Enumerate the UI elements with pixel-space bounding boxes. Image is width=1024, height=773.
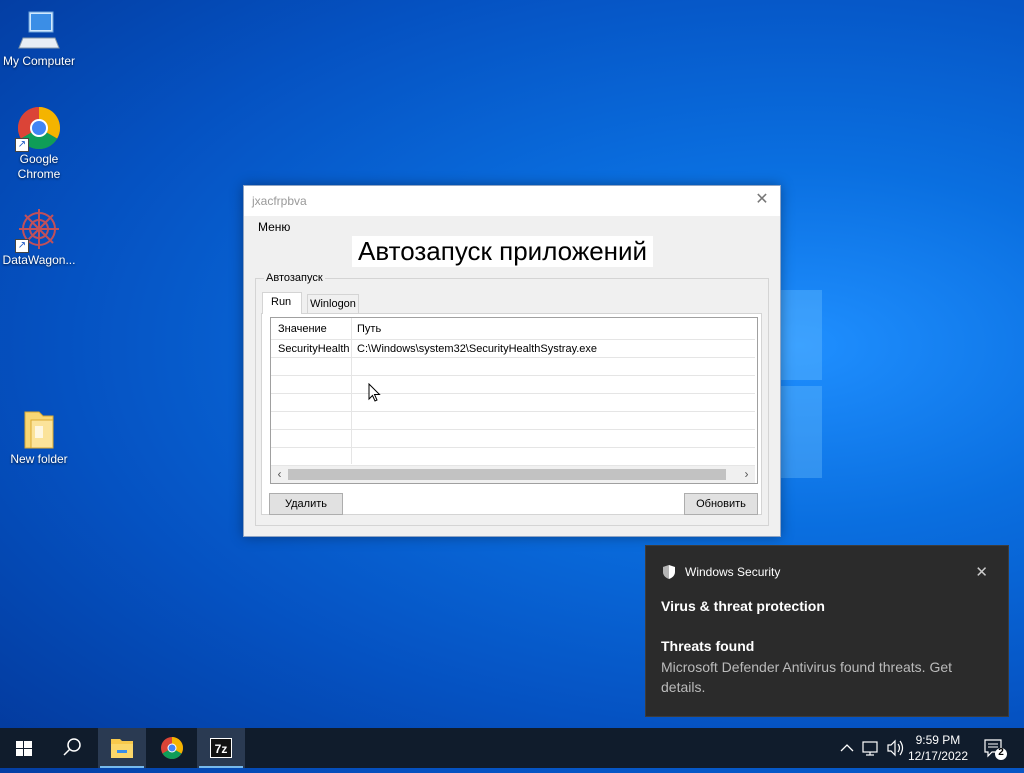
horizontal-scrollbar[interactable]: ‹ › <box>271 466 755 483</box>
table-header: Значение Путь <box>271 318 755 340</box>
shortcut-arrow-icon: ↗ <box>15 138 29 152</box>
groupbox-label: Автозапуск <box>264 272 325 284</box>
autorun-window: jxacfrpbva ✕ Меню Автозапуск приложений … <box>243 185 781 537</box>
table-cell-value: SecurityHealth <box>278 343 350 355</box>
shield-icon <box>661 564 677 585</box>
table-row[interactable]: SecurityHealth C:\Windows\system32\Secur… <box>271 340 755 358</box>
7zip-icon: 7z <box>210 738 232 758</box>
mouse-cursor-icon <box>368 382 382 408</box>
desktop-icon-chrome[interactable]: ↗ Google Chrome <box>1 106 77 182</box>
table-row-empty <box>271 376 755 394</box>
clock[interactable]: 9:59 PM 12/17/2022 <box>908 732 968 764</box>
scroll-left-icon[interactable]: ‹ <box>271 466 288 483</box>
scroll-right-icon[interactable]: › <box>738 466 755 483</box>
computer-icon <box>17 8 61 52</box>
desktop-icon-datawagon[interactable]: ↗ DataWagon... <box>1 207 77 268</box>
start-icon <box>16 741 32 756</box>
delete-button[interactable]: Удалить <box>269 493 343 515</box>
tab-run[interactable]: Run <box>262 292 302 314</box>
table-row-empty <box>271 394 755 412</box>
desktop-icon-label: DataWagon... <box>2 253 76 267</box>
notification-body: Microsoft Defender Antivirus found threa… <box>661 659 953 695</box>
page-title: Автозапуск приложений <box>352 236 654 267</box>
taskbar-file-explorer[interactable] <box>98 728 146 768</box>
network-button[interactable] <box>860 728 882 768</box>
volume-button[interactable] <box>884 728 906 768</box>
refresh-button[interactable]: Обновить <box>684 493 758 515</box>
notification-subtitle: Threats found <box>661 638 755 654</box>
window-title: jxacfrpbva <box>252 194 307 208</box>
desktop-icon-label: New folder <box>10 452 68 466</box>
notification-title: Virus & threat protection <box>661 598 825 614</box>
chrome-icon <box>161 737 183 759</box>
svg-text:7z: 7z <box>215 742 228 756</box>
table-cell-path: C:\Windows\system32\SecurityHealthSystra… <box>357 343 598 355</box>
file-explorer-icon <box>111 739 133 758</box>
title-bar[interactable]: jxacfrpbva ✕ <box>244 186 780 216</box>
desktop-icon-new-folder[interactable]: New folder <box>1 406 77 467</box>
action-center-button[interactable]: 2 <box>980 728 1010 768</box>
taskbar-7zip[interactable]: 7z <box>197 728 245 768</box>
column-header-value[interactable]: Значение <box>278 323 327 335</box>
speaker-icon <box>887 739 904 757</box>
table-row-empty <box>271 358 755 376</box>
security-notification[interactable]: Windows Security ✕ Virus & threat protec… <box>645 545 1009 717</box>
tab-panel-run: Значение Путь SecurityHealth C:\Windows\… <box>261 313 762 515</box>
notification-center-icon <box>984 739 1007 760</box>
clock-date: 12/17/2022 <box>907 749 968 763</box>
table-row-empty <box>271 412 755 430</box>
chevron-up-icon <box>840 744 854 752</box>
shortcut-arrow-icon: ↗ <box>15 239 29 253</box>
clock-time: 9:59 PM <box>915 733 961 747</box>
start-button[interactable] <box>0 728 48 768</box>
network-icon <box>862 741 878 756</box>
desktop-icon-my-computer[interactable]: My Computer <box>1 8 77 69</box>
tab-winlogon[interactable]: Winlogon <box>307 294 359 313</box>
show-hidden-icons-button[interactable] <box>838 728 856 768</box>
taskbar-chrome[interactable] <box>148 728 196 768</box>
desktop-icon-label: Google Chrome <box>17 152 61 181</box>
chrome-icon: ↗ <box>15 106 61 152</box>
close-icon[interactable]: ✕ <box>752 190 772 210</box>
search-icon <box>63 738 81 756</box>
notification-count-badge: 2 <box>998 747 1004 758</box>
notification-app-name: Windows Security <box>685 565 781 579</box>
table-row-empty <box>271 448 755 466</box>
taskbar: 7z 9:59 PM 12/17/2022 2 <box>0 728 1024 768</box>
datawagon-icon: ↗ <box>15 207 61 253</box>
desktop-icon-label: My Computer <box>2 54 76 68</box>
autorun-table[interactable]: Значение Путь SecurityHealth C:\Windows\… <box>270 317 758 484</box>
scrollbar-thumb[interactable] <box>288 469 726 480</box>
search-button[interactable] <box>48 728 96 768</box>
column-header-path[interactable]: Путь <box>357 323 381 335</box>
menu-item-menu[interactable]: Меню <box>258 220 290 234</box>
close-icon[interactable]: ✕ <box>975 563 988 581</box>
folder-icon <box>17 406 61 450</box>
table-row-empty <box>271 430 755 448</box>
